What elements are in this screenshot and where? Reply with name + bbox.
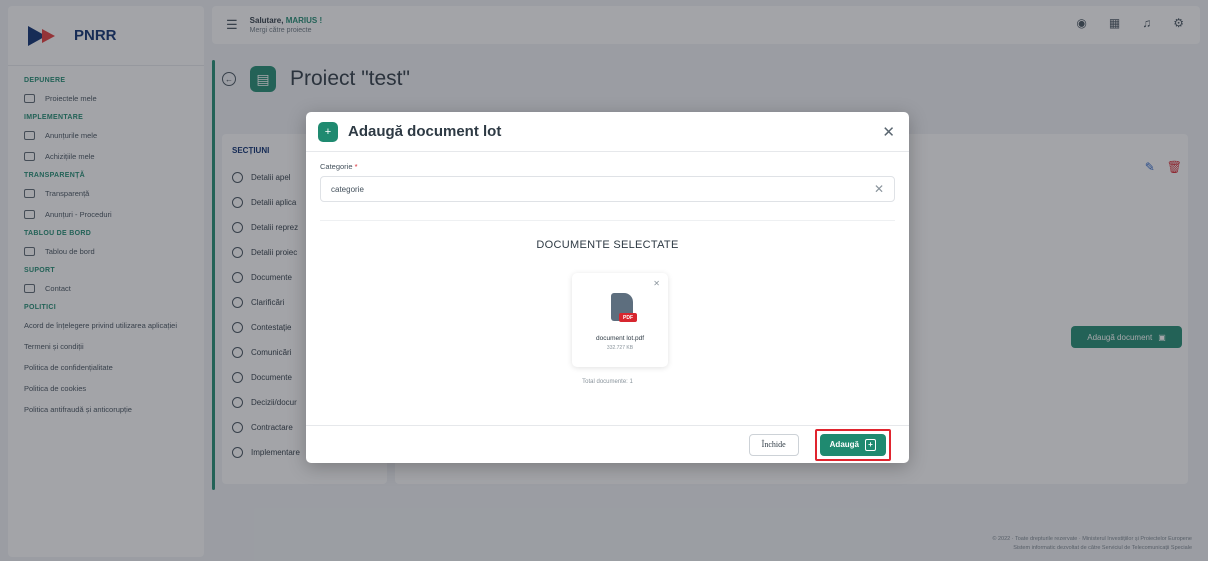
selected-documents-heading: DOCUMENTE SELECTATE <box>536 239 679 251</box>
modal-title: Adaugă document lot <box>348 123 502 140</box>
total-documents: Total documente: 1 <box>582 379 633 385</box>
category-select[interactable]: ✕ <box>320 176 895 202</box>
clear-icon[interactable]: ✕ <box>874 182 884 196</box>
file-plus-icon: + <box>865 438 876 451</box>
document-size: 332.727 KB <box>606 345 634 351</box>
close-icon[interactable]: ✕ <box>882 123 895 141</box>
add-document-modal: + Adaugă document lot ✕ Categorie * ✕ DO… <box>306 112 909 463</box>
modal-footer: Închide Adaugă + <box>306 425 909 463</box>
required-marker: * <box>354 162 358 171</box>
file-plus-icon: + <box>318 121 338 142</box>
add-button[interactable]: Adaugă + <box>819 433 886 456</box>
document-card: ✕ PDF document lot.pdf 332.727 KB <box>572 273 668 367</box>
selected-documents-area: DOCUMENTE SELECTATE ✕ PDF document lot.p… <box>320 220 895 420</box>
document-name: document lot.pdf <box>595 335 645 342</box>
highlight-box: Adaugă + <box>814 428 891 461</box>
category-input[interactable] <box>331 184 874 194</box>
close-button[interactable]: Închide <box>748 433 799 456</box>
remove-document-icon[interactable]: ✕ <box>653 279 660 288</box>
category-label: Categorie * <box>320 162 358 171</box>
pdf-badge: PDF <box>619 313 637 322</box>
modal-header: + Adaugă document lot ✕ <box>306 112 909 152</box>
modal-body: Categorie * ✕ DOCUMENTE SELECTATE ✕ PDF … <box>306 152 909 420</box>
